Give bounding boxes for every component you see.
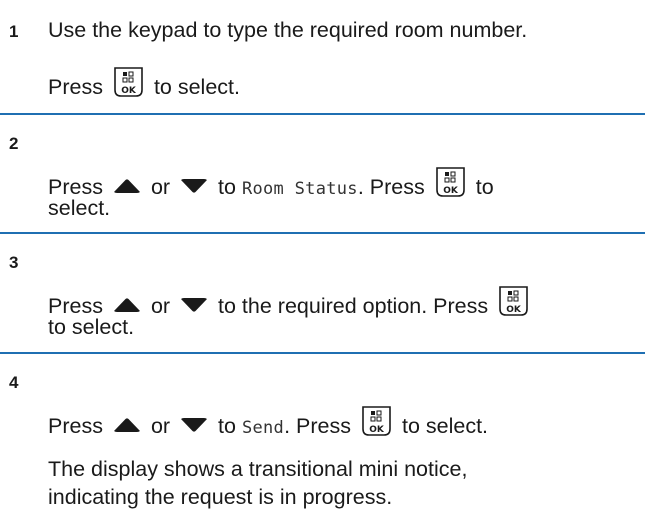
step-4-line-1: Press or to Send. Press OK to select. [48,405,488,442]
step-divider [0,352,645,354]
step-number: 3 [9,253,19,272]
svg-text:OK: OK [506,305,522,315]
menu-ok-key-icon: OK [112,66,145,98]
svg-text:OK: OK [121,86,137,96]
svg-text:OK: OK [443,186,459,196]
up-arrow-icon [113,412,141,440]
step-2-line-1: Press or to Room Status. Press OK to [48,166,494,203]
step-2-line-2: select. [48,196,111,220]
svg-text:OK: OK [369,425,385,435]
menu-ok-key-icon: OK [360,405,393,437]
step-divider [0,232,645,234]
step-text: Use the keypad to type the required room… [48,18,528,42]
step-number: 1 [9,22,19,41]
step-divider [0,113,645,115]
step-1-line-2: Press OK to select. [48,66,240,101]
down-arrow-icon [180,292,208,320]
down-arrow-icon [180,173,208,201]
up-arrow-icon [113,173,141,201]
step-3-line-2: to select. [48,315,135,339]
menu-ok-key-icon: OK [434,166,467,198]
down-arrow-icon [180,412,208,440]
menu-option-send: Send [241,418,285,438]
step-4-note-line-2: indicating the request is in progress. [48,485,393,509]
step-number: 4 [9,373,19,392]
menu-ok-key-icon: OK [497,285,530,317]
menu-option-room-status: Room Status [241,179,358,199]
step-1-line-1: Use the keypad to type the required room… [48,16,527,44]
step-4-note-line-1: The display shows a transitional mini no… [48,457,468,481]
step-number: 2 [9,134,19,153]
